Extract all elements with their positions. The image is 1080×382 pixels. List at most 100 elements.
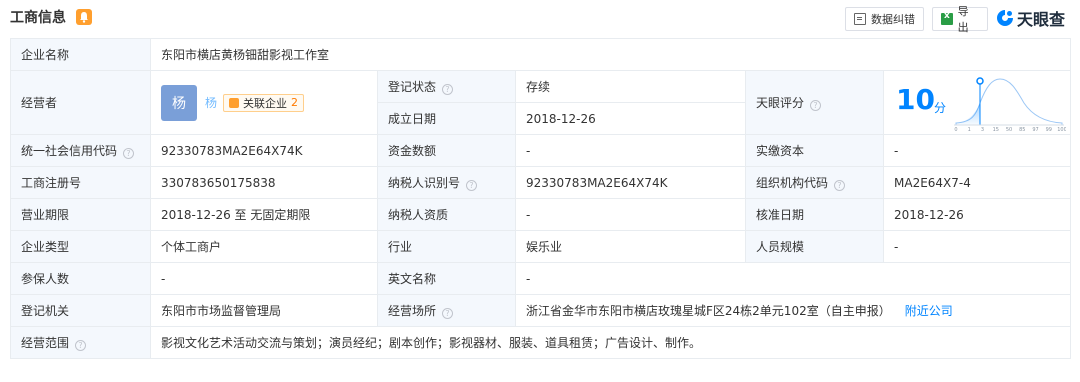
excel-icon xyxy=(941,11,953,25)
section-header: 工商信息 数据纠错 导出 天眼查 xyxy=(0,0,1080,36)
taxpayer-id-label-text: 纳税人识别号 xyxy=(388,176,461,190)
reg-no-value: 330783650175838 xyxy=(150,166,378,199)
score-distribution-chart: 0 1 3 15 50 85 97 99 100 xyxy=(954,77,1066,133)
taxpayer-id-value: 92330783MA2E64X74K xyxy=(515,166,746,199)
company-name-value: 东阳市横店黄杨钿甜影视工作室 xyxy=(149,38,1072,71)
operator-name-link[interactable]: 杨 xyxy=(205,94,217,111)
table-row: 经营范围? 影视文化艺术活动交流与策划；演员经纪；剧本创作；影视器材、服装、道具… xyxy=(10,326,1072,359)
reg-authority-label: 登记机关 xyxy=(10,294,151,327)
english-name-label: 英文名称 xyxy=(377,262,516,295)
staff-size-value: - xyxy=(882,230,1072,263)
score-tick-label: 15 xyxy=(993,127,999,133)
scope-label-text: 经营范围 xyxy=(21,336,70,350)
data-correction-label: 数据纠错 xyxy=(871,13,915,26)
operator-label: 经营者 xyxy=(10,70,151,135)
related-companies-badge[interactable]: 关联企业 2 xyxy=(223,93,305,112)
org-code-value: MA2E64X7-4 xyxy=(882,166,1072,199)
help-icon[interactable]: ? xyxy=(123,148,135,159)
data-correction-button[interactable]: 数据纠错 xyxy=(845,7,924,31)
brand-logo[interactable]: 天眼查 xyxy=(996,6,1065,30)
table-row: 登记机关 东阳市市场监督管理局 经营场所? 浙江省金华市东阳市横店玫瑰星城F区2… xyxy=(10,294,1072,327)
found-date-value: 2018-12-26 xyxy=(515,102,746,135)
score-tick-label: 97 xyxy=(1032,127,1038,133)
score-tick-label: 100 xyxy=(1057,127,1066,133)
taxpayer-qual-value: - xyxy=(515,198,746,231)
scope-label: 经营范围? xyxy=(10,326,151,359)
reg-authority-value: 东阳市市场监督管理局 xyxy=(150,294,378,327)
table-row: 经营者 杨 杨 关联企业 2 登记状态? 存续 天眼评分? 10 分 0 1 3… xyxy=(10,70,1072,135)
table-row: 企业名称 东阳市横店黄杨钿甜影视工作室 xyxy=(10,38,1072,71)
help-icon[interactable]: ? xyxy=(442,84,454,95)
export-button[interactable]: 导出 xyxy=(932,5,988,34)
insured-label: 参保人数 xyxy=(10,262,151,295)
credit-code-value: 92330783MA2E64X74K xyxy=(150,134,378,167)
company-type-value: 个体工商户 xyxy=(150,230,378,263)
related-companies-icon xyxy=(229,97,240,108)
section-title: 工商信息 xyxy=(10,10,66,26)
operator-value: 杨 杨 关联企业 2 xyxy=(150,70,378,135)
document-icon xyxy=(854,13,866,25)
industry-label: 行业 xyxy=(377,230,516,263)
company-name-label: 企业名称 xyxy=(10,38,151,71)
score-widget[interactable]: 10 分 0 1 3 15 50 85 97 99 100 xyxy=(882,70,1072,135)
table-row: 营业期限 2018-12-26 至 无固定期限 纳税人资质 - 核准日期 201… xyxy=(10,198,1072,231)
address-text: 浙江省金华市东阳市横店玫瑰星城F区24栋2单元102室（自主申报） xyxy=(526,304,891,318)
score-tick-label: 85 xyxy=(1019,127,1025,133)
staff-size-label: 人员规模 xyxy=(745,230,884,263)
nearby-companies-link[interactable]: 附近公司 xyxy=(905,304,953,318)
reg-no-label: 工商注册号 xyxy=(10,166,151,199)
score-tick-label: 50 xyxy=(1006,127,1012,133)
capital-label: 资金数额 xyxy=(377,134,516,167)
brand-mark-icon xyxy=(996,9,1014,27)
score-tick-label: 99 xyxy=(1046,127,1052,133)
business-info-table: 企业名称 东阳市横店黄杨钿甜影视工作室 经营者 杨 杨 关联企业 2 登记状态?… xyxy=(10,38,1072,359)
insured-value: - xyxy=(150,262,378,295)
approve-date-label: 核准日期 xyxy=(745,198,884,231)
score-tick-label: 0 xyxy=(954,127,957,133)
bell-icon[interactable] xyxy=(76,9,92,25)
help-icon[interactable]: ? xyxy=(810,100,822,111)
reg-status-label-text: 登记状态 xyxy=(388,80,437,94)
address-value: 浙江省金华市东阳市横店玫瑰星城F区24栋2单元102室（自主申报） 附近公司 xyxy=(514,294,1072,327)
industry-value: 娱乐业 xyxy=(515,230,746,263)
help-icon[interactable]: ? xyxy=(75,340,87,351)
table-row: 统一社会信用代码? 92330783MA2E64X74K 资金数额 - 实缴资本… xyxy=(10,134,1072,167)
reg-status-value: 存续 xyxy=(515,70,746,103)
approve-date-value: 2018-12-26 xyxy=(882,198,1072,231)
reg-status-label: 登记状态? xyxy=(377,70,516,103)
term-value: 2018-12-26 至 无固定期限 xyxy=(150,198,378,231)
score-label-text: 天眼评分 xyxy=(756,96,805,110)
table-row: 工商注册号 330783650175838 纳税人识别号? 92330783MA… xyxy=(10,166,1072,199)
org-code-label: 组织机构代码? xyxy=(745,166,884,199)
address-label: 经营场所? xyxy=(377,294,516,327)
score-label: 天眼评分? xyxy=(745,70,884,135)
credit-code-label-text: 统一社会信用代码 xyxy=(21,144,118,158)
brand-name: 天眼查 xyxy=(1017,10,1066,29)
help-icon[interactable]: ? xyxy=(466,180,478,191)
score-tick-label: 3 xyxy=(981,127,984,133)
address-label-text: 经营场所 xyxy=(388,304,437,318)
paid-capital-label: 实缴资本 xyxy=(745,134,884,167)
score-value: 10 xyxy=(896,83,935,116)
taxpayer-qual-label: 纳税人资质 xyxy=(377,198,516,231)
company-type-label: 企业类型 xyxy=(10,230,151,263)
org-code-label-text: 组织机构代码 xyxy=(756,176,829,190)
paid-capital-value: - xyxy=(882,134,1072,167)
table-row: 参保人数 - 英文名称 - xyxy=(10,262,1072,295)
credit-code-label: 统一社会信用代码? xyxy=(10,134,151,167)
score-tick-label: 1 xyxy=(968,127,971,133)
help-icon[interactable]: ? xyxy=(834,180,846,191)
english-name-value: - xyxy=(514,262,1072,295)
scope-value: 影视文化艺术活动交流与策划；演员经纪；剧本创作；影视器材、服装、道具租赁；广告设… xyxy=(149,326,1072,359)
term-label: 营业期限 xyxy=(10,198,151,231)
taxpayer-id-label: 纳税人识别号? xyxy=(377,166,516,199)
export-label: 导出 xyxy=(957,5,969,34)
related-companies-label: 关联企业 xyxy=(243,96,288,110)
help-icon[interactable]: ? xyxy=(442,308,454,319)
avatar[interactable]: 杨 xyxy=(161,84,197,121)
table-row: 企业类型 个体工商户 行业 娱乐业 人员规模 - xyxy=(10,230,1072,263)
found-date-label: 成立日期 xyxy=(377,102,516,135)
related-companies-count: 2 xyxy=(291,96,299,109)
capital-value: - xyxy=(515,134,746,167)
score-unit: 分 xyxy=(934,101,947,115)
